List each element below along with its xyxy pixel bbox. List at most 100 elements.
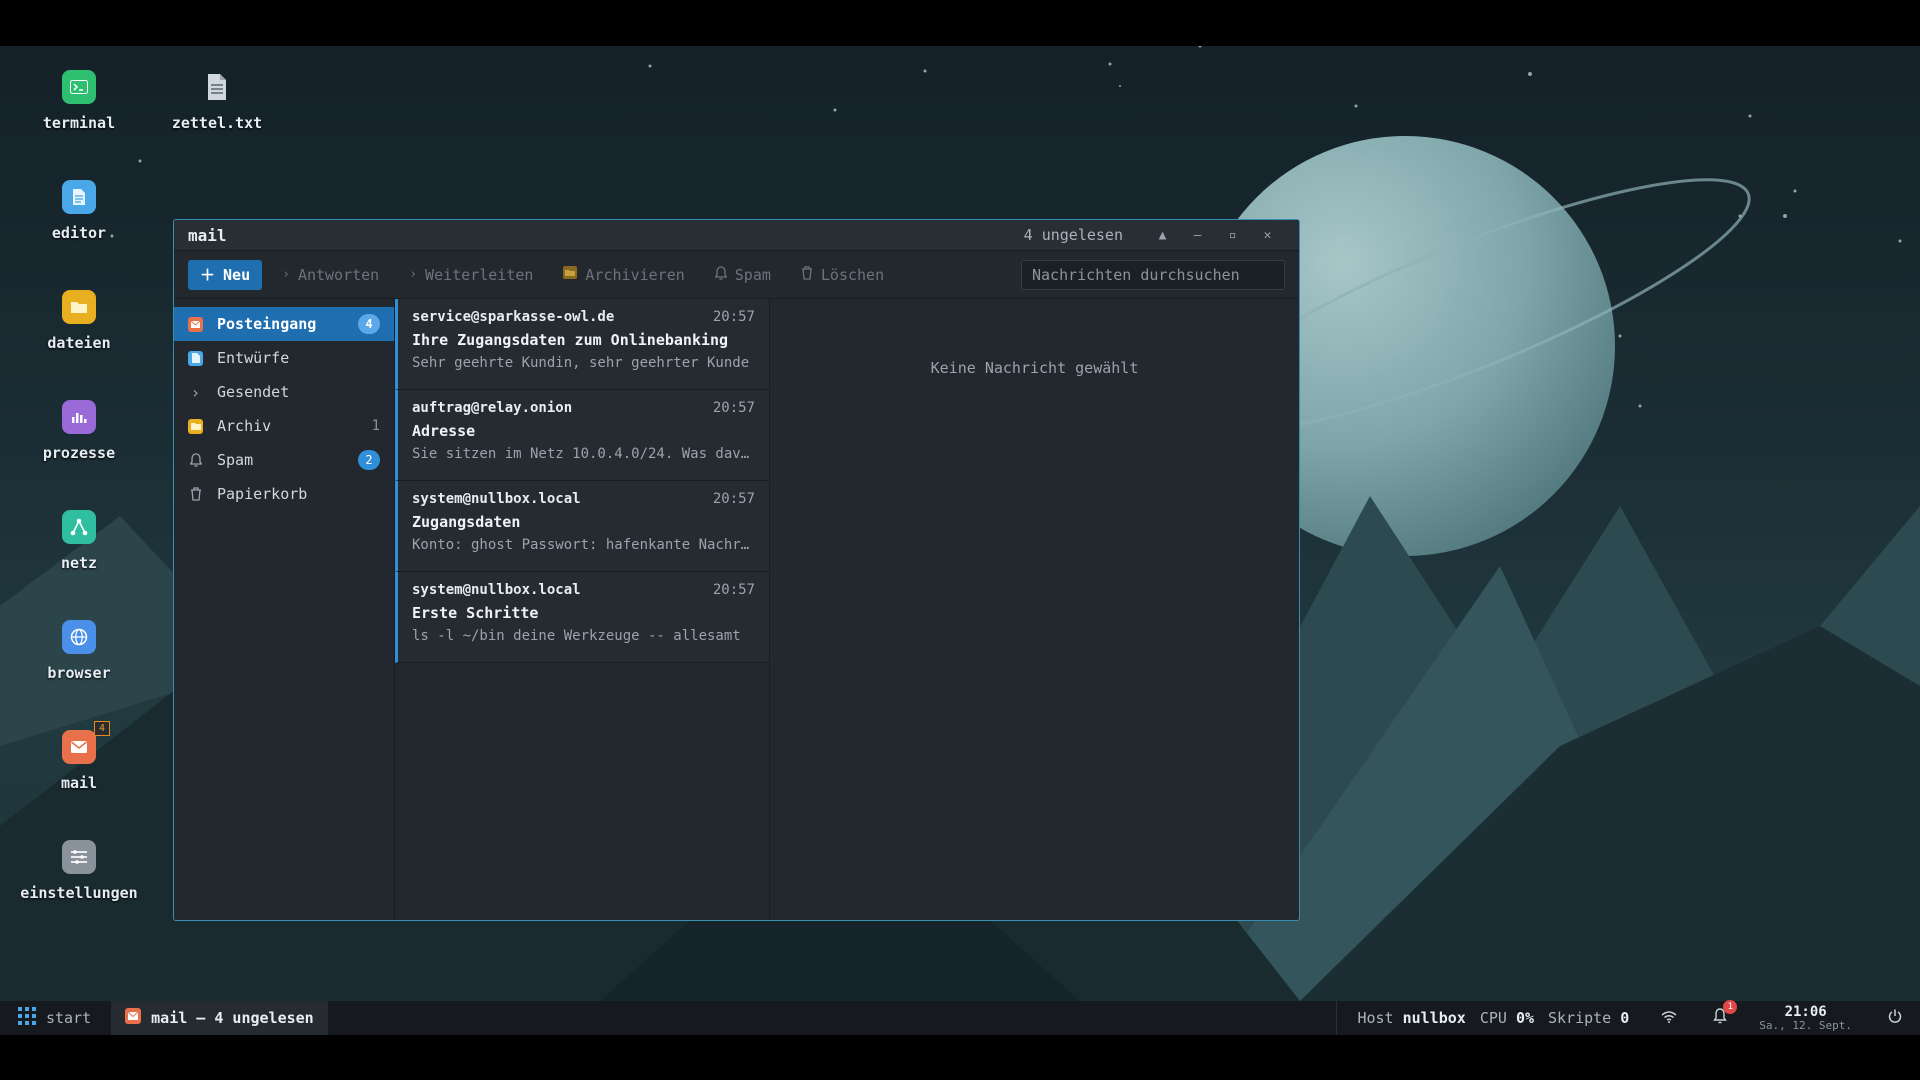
folder-icon: [62, 290, 96, 324]
desktop-icon-label: prozesse: [42, 444, 116, 462]
cpu-status: CPU 0%: [1480, 1009, 1534, 1027]
desktop-icon-terminal[interactable]: terminal: [18, 70, 140, 132]
desktop-icon-einstellungen[interactable]: einstellungen: [18, 840, 140, 902]
spam-label: Spam: [734, 265, 771, 284]
message-preview: ls -l ~/bin deine Werkzeuge -- allesamt: [412, 628, 741, 644]
reading-pane: Keine Nachricht gewählt: [770, 299, 1299, 920]
chevron-right-icon: ›: [282, 267, 290, 282]
delete-label: Löschen: [820, 265, 885, 284]
letterbox-bottom: [0, 1035, 1920, 1080]
folder-count: 2: [358, 450, 380, 470]
draft-icon: [188, 350, 203, 366]
clock-date: Sa., 12. Sept.: [1759, 1018, 1852, 1032]
minimize-icon: –: [1193, 227, 1202, 243]
message-subject: Zugangsdaten: [412, 513, 521, 531]
folder-gesendet[interactable]: › Gesendet: [174, 375, 394, 409]
mail-toolbar: ＋ Neu › Antworten › Weiterleiten Archivi…: [174, 251, 1299, 299]
desktop-icon-netz[interactable]: netz: [18, 510, 140, 572]
desktop-icon-label: einstellungen: [20, 884, 138, 902]
clock[interactable]: 21:06 Sa., 12. Sept.: [1759, 1005, 1852, 1031]
delete-button[interactable]: Löschen: [801, 266, 884, 284]
message-item[interactable]: auftrag@relay.onion 20:57 Adresse Sie si…: [395, 390, 769, 481]
inbox-icon: [188, 316, 203, 332]
folder-sidebar: Posteingang 4 Entwürfe › Gesendet Archiv…: [174, 299, 395, 920]
empty-reader-text: Keine Nachricht gewählt: [930, 359, 1139, 377]
app-grid-icon: [18, 1007, 36, 1029]
message-time: 20:57: [712, 582, 755, 598]
folder-spam[interactable]: Spam 2: [174, 443, 394, 477]
taskbar: start mail — 4 ungelesen Host nullbox CP…: [0, 1000, 1920, 1035]
folder-name: Gesendet: [217, 383, 290, 401]
network-icon: [62, 510, 96, 544]
collapse-button[interactable]: ▲: [1145, 228, 1180, 243]
scripts-value: 0: [1620, 1009, 1630, 1027]
window-titlebar[interactable]: mail 4 ungelesen ▲ – ▫ ✕: [174, 220, 1299, 251]
message-time: 20:57: [712, 491, 755, 507]
terminal-icon: [62, 70, 96, 104]
bell-icon: [713, 265, 728, 284]
message-sender: service@sparkasse-owl.de: [412, 309, 615, 325]
desktop-icon-prozesse[interactable]: prozesse: [18, 400, 140, 462]
maximize-icon: ▫: [1228, 227, 1237, 243]
desktop-icon-label: netz: [60, 554, 98, 572]
power-icon[interactable]: [1888, 1009, 1902, 1027]
desktop-icon-browser[interactable]: browser: [18, 620, 140, 682]
start-button[interactable]: start: [0, 1007, 111, 1029]
spam-button[interactable]: Spam: [713, 265, 771, 284]
reply-button[interactable]: › Antworten: [282, 266, 379, 284]
desktop-icon-dateien[interactable]: dateien: [18, 290, 140, 352]
message-item[interactable]: system@nullbox.local 20:57 Erste Schritt…: [395, 572, 769, 663]
cpu-label: CPU: [1479, 1009, 1507, 1027]
chevron-right-icon: ›: [409, 267, 418, 282]
message-item[interactable]: service@sparkasse-owl.de 20:57 Ihre Zuga…: [395, 299, 769, 390]
desktop-icon-zettel[interactable]: zettel.txt: [156, 70, 278, 132]
folder-name: Spam: [217, 451, 254, 469]
new-message-button[interactable]: ＋ Neu: [188, 259, 263, 290]
scripts-label: Skripte: [1548, 1009, 1612, 1027]
reply-label: Antworten: [297, 265, 380, 284]
minimize-button[interactable]: –: [1180, 228, 1215, 243]
desktop-icon-label: mail: [60, 774, 98, 792]
editor-icon: [62, 180, 96, 214]
close-button[interactable]: ✕: [1250, 228, 1285, 243]
folder-count: 4: [358, 314, 380, 334]
taskbar-mail-task[interactable]: mail — 4 ungelesen: [111, 1001, 328, 1035]
message-item[interactable]: system@nullbox.local 20:57 Zugangsdaten …: [395, 481, 769, 572]
message-subject: Erste Schritte: [412, 604, 539, 622]
maximize-button[interactable]: ▫: [1215, 228, 1250, 243]
folder-papierkorb[interactable]: Papierkorb: [174, 477, 394, 511]
task-label: mail — 4 ungelesen: [151, 1009, 314, 1027]
message-preview: Konto: ghost Passwort: hafenkante Nachri…: [412, 537, 755, 553]
forward-button[interactable]: › Weiterleiten: [409, 266, 533, 284]
folder-name: Papierkorb: [217, 485, 308, 503]
system-tray: Host nullbox CPU 0% Skripte 0 1 21:06 Sa…: [1336, 1000, 1920, 1035]
notification-count: 1: [1723, 1000, 1738, 1014]
folder-entwuerfe[interactable]: Entwürfe: [174, 341, 394, 375]
start-label: start: [46, 1009, 92, 1027]
wifi-icon[interactable]: [1661, 1009, 1677, 1027]
mail-badge: 4: [94, 721, 110, 736]
archive-button[interactable]: Archivieren: [563, 266, 685, 284]
letterbox-top: [0, 0, 1920, 46]
trash-icon: [188, 487, 203, 502]
folder-posteingang[interactable]: Posteingang 4: [174, 307, 394, 341]
mail-window: mail 4 ungelesen ▲ – ▫ ✕ ＋ Neu › Antwort…: [173, 219, 1300, 921]
message-time: 20:57: [712, 309, 755, 325]
chart-icon: [62, 400, 96, 434]
desktop: terminal zettel.txt editor dateien proze…: [0, 46, 1920, 1001]
notification-bell-icon[interactable]: 1: [1713, 1000, 1738, 1028]
desktop-icon-mail[interactable]: 4 mail: [18, 721, 140, 792]
cpu-value: 0%: [1515, 1009, 1534, 1027]
message-preview: Sehr geehrte Kundin, sehr geehrter Kunde: [412, 355, 750, 371]
desktop-icon-editor[interactable]: editor: [18, 180, 140, 242]
message-sender: auftrag@relay.onion: [412, 400, 573, 416]
folder-archiv[interactable]: Archiv 1: [174, 409, 394, 443]
host-status: Host nullbox: [1357, 1009, 1465, 1027]
search-input[interactable]: [1021, 259, 1285, 290]
host-label: Host: [1357, 1009, 1394, 1027]
mail-icon: 4: [62, 721, 110, 764]
window-title: mail: [188, 225, 227, 245]
folder-count: 1: [371, 418, 380, 434]
message-subject: Adresse: [412, 422, 476, 440]
desktop-icon-label: browser: [47, 664, 111, 682]
